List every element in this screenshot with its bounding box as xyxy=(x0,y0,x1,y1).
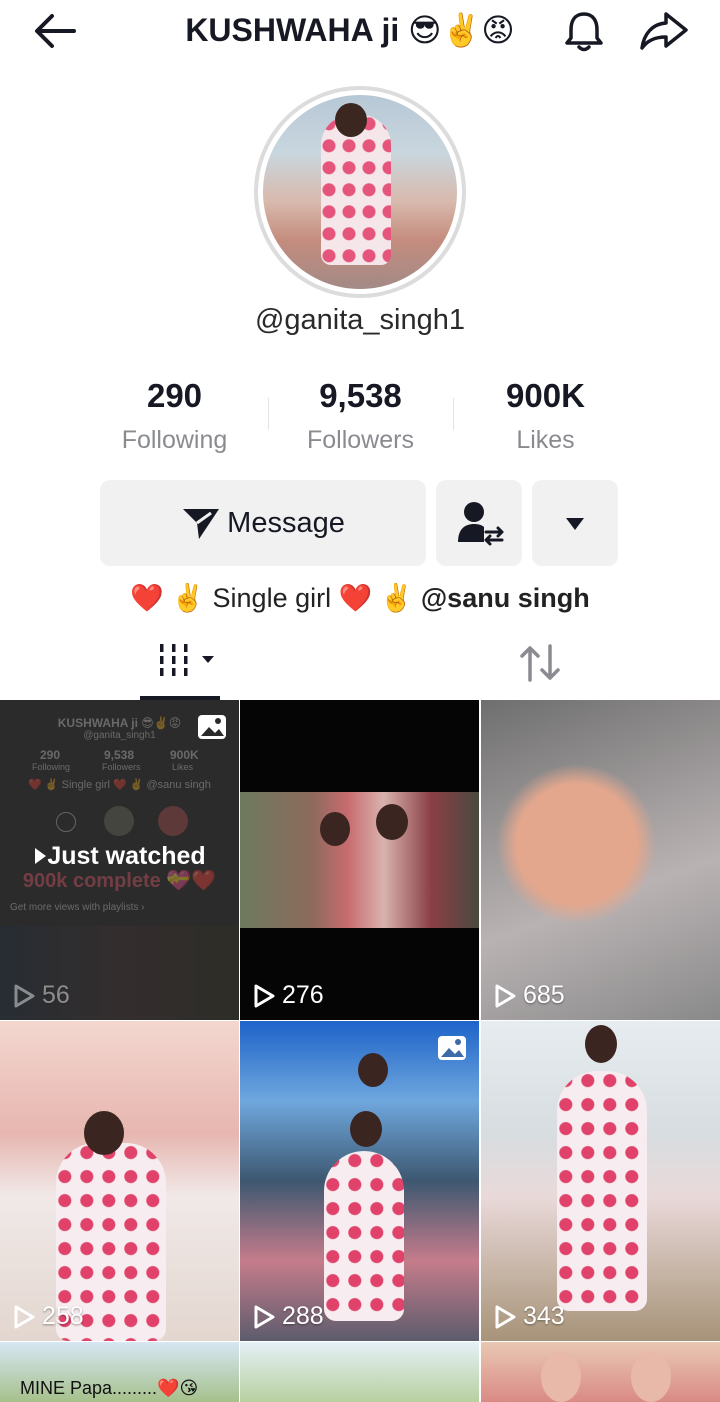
play-outline-icon xyxy=(254,984,275,1007)
view-count: 685 xyxy=(493,981,565,1010)
video-thumbnail[interactable]: 288 xyxy=(240,1021,479,1341)
message-label: Message xyxy=(227,506,345,539)
view-count-text: 288 xyxy=(282,1302,324,1330)
stat-followers[interactable]: 9,538 Followers xyxy=(268,374,453,462)
back-arrow-icon[interactable] xyxy=(30,10,82,52)
preview-stat: 900K xyxy=(170,748,199,762)
view-count-text: 56 xyxy=(42,981,70,1009)
view-count-text: 276 xyxy=(282,981,324,1009)
play-outline-icon xyxy=(254,1305,275,1328)
video-thumbnail[interactable]: 258 xyxy=(0,1021,239,1341)
avatar[interactable] xyxy=(254,86,466,298)
preview-playlist: Get more views with playlists › xyxy=(10,902,145,913)
view-count: 258 xyxy=(12,1302,84,1331)
stat-likes[interactable]: 900K Likes xyxy=(453,374,638,462)
view-count: 56 xyxy=(12,981,70,1010)
photo-icon xyxy=(198,715,226,739)
view-count-text: 343 xyxy=(523,1302,565,1330)
stat-value: 900K xyxy=(506,377,585,414)
repost-icon[interactable] xyxy=(512,638,568,688)
preview-stat-label: Likes xyxy=(172,762,194,772)
username: @ganita_singh1 xyxy=(254,304,466,336)
bio-text: ❤️ ✌️ Single girl ❤️ ✌️ xyxy=(130,583,414,613)
profile-title: KUSHWAHA ji 😎✌️😡 xyxy=(185,12,515,48)
stat-label: Likes xyxy=(516,426,575,454)
preview-stat: 9,538 xyxy=(104,748,135,762)
stat-value: 9,538 xyxy=(319,377,402,414)
stat-value: 290 xyxy=(146,377,203,414)
photo-icon xyxy=(438,1036,466,1060)
just-watched-text: Just watched xyxy=(47,842,206,870)
top-bar: KUSHWAHA ji 😎✌️😡 xyxy=(0,0,720,62)
grid-bars-icon[interactable] xyxy=(140,632,220,700)
play-outline-icon xyxy=(14,1305,35,1328)
view-count-text: 685 xyxy=(523,981,565,1009)
video-thumbnail[interactable] xyxy=(481,1342,720,1402)
video-thumbnail[interactable]: 343 xyxy=(481,1021,720,1341)
video-thumbnail[interactable]: 276 xyxy=(240,700,479,1020)
message-button[interactable]: Message xyxy=(100,480,426,566)
view-count: 343 xyxy=(493,1302,565,1331)
just-watched-label: Just watched xyxy=(0,842,239,871)
play-icon xyxy=(35,848,47,864)
profile-stats: 290 Following 9,538 Followers 900K Likes xyxy=(82,374,638,464)
view-count: 276 xyxy=(252,981,324,1010)
video-thumbnail[interactable] xyxy=(240,1342,479,1402)
preview-bio: ❤️ ✌️ Single girl ❤️ ✌️ @sanu singh xyxy=(28,779,211,791)
view-count: 288 xyxy=(252,1302,324,1331)
play-outline-icon xyxy=(495,1305,516,1328)
video-caption: MINE Papa.........❤️😘 xyxy=(20,1378,199,1398)
preview-caption: 900k complete 💝❤️ xyxy=(22,870,217,892)
avatar-photo xyxy=(263,95,457,289)
preview-stat-label: Followers xyxy=(102,762,141,772)
friend-swap-icon xyxy=(458,502,504,546)
stat-label: Following xyxy=(121,426,228,454)
bell-icon[interactable] xyxy=(560,8,608,54)
video-thumbnail-just-watched[interactable]: KUSHWAHA ji 😎✌️😡 @ganita_singh1 290 9,53… xyxy=(0,700,239,1020)
preview-stat-label: Following xyxy=(32,762,71,772)
video-thumbnail[interactable]: MINE Papa.........❤️😘 xyxy=(0,1342,239,1402)
share-icon[interactable] xyxy=(638,10,690,52)
stat-following[interactable]: 290 Following xyxy=(82,374,267,462)
bio-mention-link[interactable]: @sanu singh xyxy=(421,583,590,613)
friend-button[interactable] xyxy=(436,480,522,566)
more-options-button[interactable] xyxy=(532,480,618,566)
triangle-down-icon xyxy=(566,518,584,530)
preview-stat: 290 xyxy=(40,748,61,762)
video-thumbnail[interactable]: 685 xyxy=(481,700,720,1020)
view-count-text: 258 xyxy=(42,1302,84,1330)
stat-label: Followers xyxy=(307,426,414,454)
paper-plane-icon xyxy=(183,509,220,539)
bio: ❤️ ✌️ Single girl ❤️ ✌️ @sanu singh xyxy=(0,582,720,614)
play-outline-icon xyxy=(495,984,516,1007)
content-tabs xyxy=(0,632,720,700)
play-outline-icon xyxy=(14,984,35,1007)
